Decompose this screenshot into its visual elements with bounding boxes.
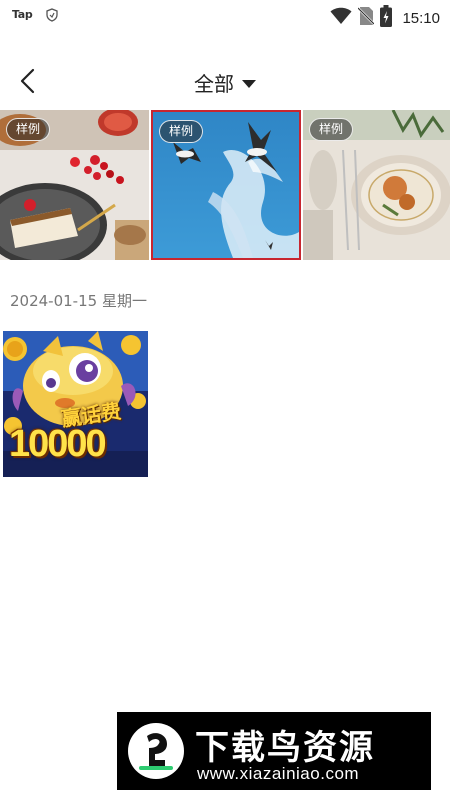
- sample-image-seagulls[interactable]: 样例: [151, 110, 301, 260]
- gallery-photo[interactable]: 赢话费 10000: [3, 331, 148, 477]
- wifi-icon: [330, 7, 352, 29]
- tap-logo: Tap: [12, 7, 33, 21]
- battery-icon: [380, 5, 393, 31]
- caret-down-icon: [242, 79, 256, 88]
- clock-time: 15:10: [402, 9, 440, 27]
- header: 全部: [0, 58, 450, 108]
- status-bar: Tap 15:10: [0, 0, 450, 32]
- watermark-title: 下载鸟资源: [195, 728, 375, 768]
- no-sim-icon: [357, 6, 376, 30]
- shield-icon: [46, 7, 59, 22]
- date-header: 2024-01-15 星期一: [10, 292, 147, 310]
- watermark-url: www.xiazainiao.com: [197, 764, 360, 783]
- sample-image-dining[interactable]: 样例: [303, 110, 450, 260]
- watermark-banner: 下载鸟资源 www.xiazainiao.com: [117, 712, 431, 790]
- bird-logo-icon: [127, 722, 185, 780]
- page-title: 全部: [194, 72, 234, 96]
- sample-badge: 样例: [309, 118, 354, 141]
- photo-caption-amount: 10000: [9, 423, 107, 465]
- sample-strip: 样例 样例 样例: [0, 110, 450, 260]
- album-selector[interactable]: 全部: [0, 68, 450, 97]
- sample-image-dessert[interactable]: 样例: [0, 110, 149, 260]
- sample-badge: 样例: [159, 120, 204, 143]
- sample-badge: 样例: [6, 118, 51, 141]
